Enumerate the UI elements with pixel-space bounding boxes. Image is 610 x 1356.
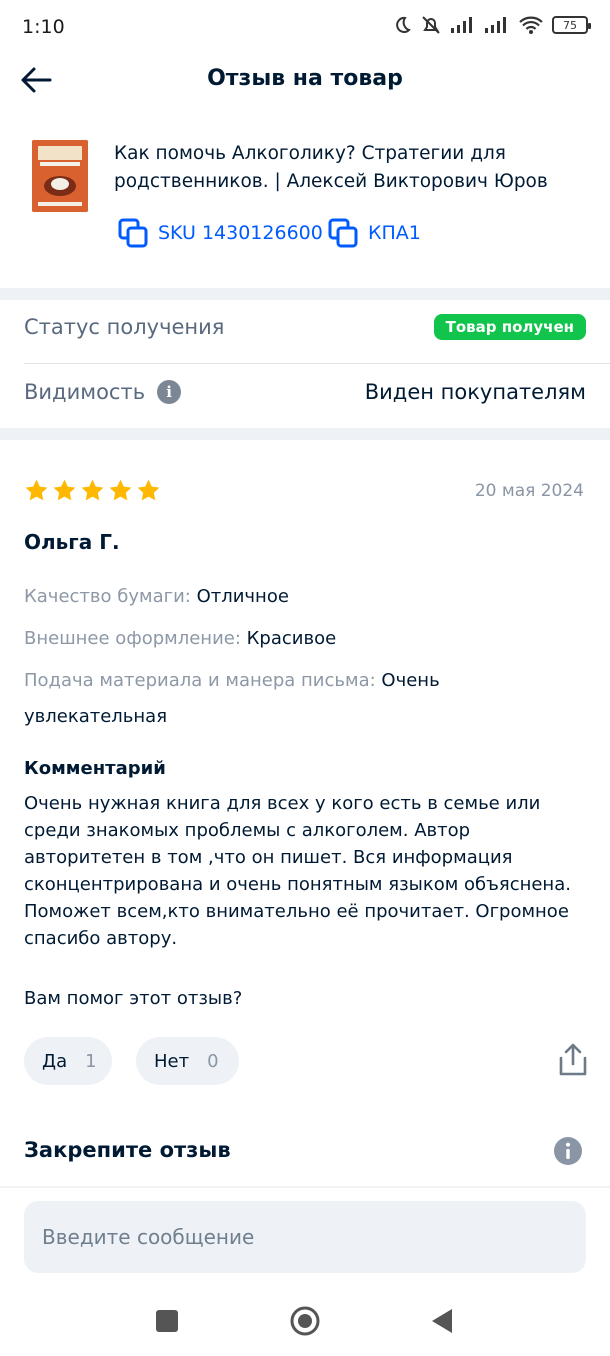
review-date: 20 мая 2024 (474, 481, 584, 501)
battery-icon: 75 (552, 16, 591, 34)
divider (24, 363, 610, 364)
divider (0, 1186, 610, 1188)
visibility-row: Видимость i Виден покупателям (24, 380, 586, 404)
signal-icon (451, 17, 472, 33)
star-icon (137, 479, 160, 501)
copy-icon (118, 218, 148, 248)
star-icon (53, 479, 76, 501)
clock: 1:10 (22, 16, 65, 38)
vote-no-count: 0 (207, 1050, 219, 1072)
attribute-key: Подача материала и манера письма: (24, 670, 376, 691)
system-nav-bar (0, 1290, 610, 1356)
sku-label: SKU 1430126600 (158, 222, 323, 244)
receipt-status-row: Статус получения Товар получен (24, 314, 586, 340)
info-icon[interactable]: i (157, 380, 182, 404)
vote-yes-button[interactable]: Да 1 (24, 1037, 112, 1085)
share-icon[interactable] (558, 1042, 588, 1078)
review-attribute: Подача материала и манера письма: Очень … (24, 663, 584, 735)
wifi-icon (519, 16, 543, 34)
product-code-label: КПА1 (368, 222, 421, 244)
vote-yes-label: Да (42, 1050, 68, 1072)
back-triangle-icon[interactable] (430, 1307, 454, 1335)
page-title: Отзыв на товар (207, 66, 403, 91)
review-attribute: Внешнее оформление: Красивое (24, 621, 584, 657)
visibility-label: Видимость (24, 380, 146, 404)
visibility-value: Виден покупателям (364, 380, 586, 404)
review-comment: Очень нужная книга для всех у кого есть … (24, 793, 571, 949)
status-badge: Товар получен (433, 314, 586, 340)
attribute-key: Внешнее оформление: (24, 628, 241, 649)
visibility-label-group: Видимость i (24, 380, 182, 404)
status-bar: 1:10 75 (0, 0, 610, 56)
bell-muted-icon (422, 16, 440, 34)
vote-no-button[interactable]: Нет 0 (136, 1037, 239, 1085)
section-divider (0, 428, 610, 440)
signal-icon-2 (485, 17, 506, 33)
home-circle-icon[interactable] (289, 1305, 321, 1337)
star-icon (109, 479, 132, 501)
copy-sku-button[interactable]: SKU 1430126600 (118, 218, 323, 248)
vote-yes-count: 1 (85, 1050, 97, 1072)
section-divider (0, 288, 610, 300)
helpful-question: Вам помог этот отзыв? (24, 988, 243, 1009)
attribute-value: Отличное (196, 586, 289, 607)
status-icons: 75 (392, 14, 591, 36)
receipt-status-label: Статус получения (24, 315, 225, 339)
info-icon[interactable] (554, 1137, 582, 1165)
recents-square-icon[interactable] (156, 1310, 178, 1332)
star-icon (25, 479, 48, 501)
comment-heading: Комментарий (24, 758, 166, 779)
copy-code-button[interactable]: КПА1 (328, 218, 421, 248)
copy-icon (328, 218, 358, 248)
product-thumbnail[interactable] (32, 140, 88, 212)
product-name[interactable]: Как помочь Алкоголику? Стратегии для род… (114, 140, 574, 196)
review-author: Ольга Г. (24, 530, 120, 554)
review-attribute: Качество бумаги: Отличное (24, 579, 584, 615)
vote-no-label: Нет (154, 1050, 190, 1072)
star-rating (24, 478, 161, 503)
pin-review-heading: Закрепите отзыв (24, 1138, 231, 1162)
attribute-value: Красивое (246, 628, 337, 649)
star-icon (81, 479, 104, 501)
moon-icon (396, 16, 411, 33)
attribute-key: Качество бумаги: (24, 586, 191, 607)
message-input[interactable] (24, 1201, 586, 1273)
